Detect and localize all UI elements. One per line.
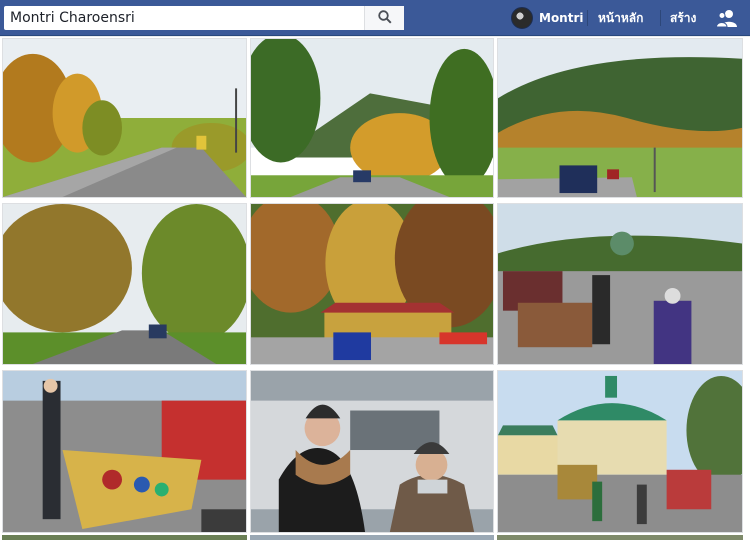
- photo-tile[interactable]: [2, 203, 247, 365]
- photo-forest-road: [251, 39, 493, 197]
- photo-tile[interactable]: [2, 370, 247, 533]
- friend-requests-button[interactable]: [715, 8, 738, 28]
- top-navigation-bar: Montri หน้าหลัก สร้าง: [0, 0, 750, 36]
- search-box: [4, 6, 404, 30]
- search-button[interactable]: [364, 6, 404, 30]
- photo-tile[interactable]: [250, 370, 494, 533]
- profile-link[interactable]: Montri: [511, 6, 584, 30]
- photo-tile[interactable]: [250, 38, 494, 198]
- photo-tile-partial[interactable]: [2, 535, 247, 540]
- photo-autumn-road: [3, 39, 246, 197]
- photo-tile-partial[interactable]: [250, 535, 494, 540]
- photo-tile-partial[interactable]: [497, 535, 743, 540]
- photo-grid: [0, 37, 750, 540]
- avatar: [511, 7, 533, 29]
- profile-name: Montri: [539, 11, 584, 25]
- photo-forest-house: [251, 204, 493, 364]
- home-link[interactable]: หน้าหลัก: [598, 6, 643, 30]
- photo-valley-road-image: [498, 39, 742, 197]
- photo-flea-market-image: [498, 204, 742, 364]
- photo-tree-road: [3, 204, 246, 364]
- nav-divider: [660, 10, 661, 26]
- create-link[interactable]: สร้าง: [670, 6, 696, 30]
- photo-dome-building-image: [498, 371, 742, 532]
- nav-divider: [587, 10, 588, 26]
- photo-tile[interactable]: [250, 203, 494, 365]
- photo-tile[interactable]: [2, 38, 247, 198]
- search-icon: [377, 9, 392, 28]
- photo-dome-building[interactable]: [497, 370, 743, 533]
- photo-flea-market[interactable]: [497, 203, 743, 365]
- friend-requests-icon: [715, 10, 738, 32]
- photo-market-table: [3, 371, 246, 532]
- photo-people-car: [251, 371, 493, 532]
- photo-valley-road[interactable]: [497, 38, 743, 198]
- search-input[interactable]: [4, 7, 364, 29]
